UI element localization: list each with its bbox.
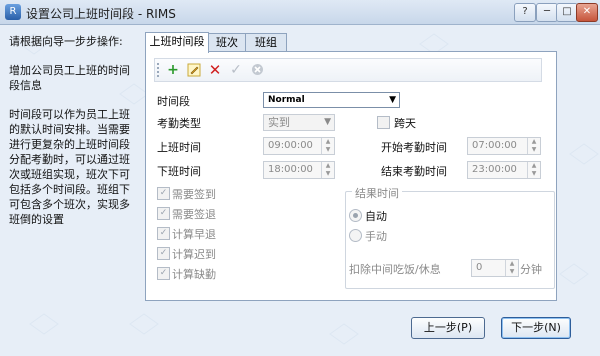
- end-check-input: 23:00:00 ▲ ▼: [467, 161, 541, 179]
- start-check-label: 开始考勤时间: [381, 141, 447, 154]
- require-signin-checkbox: ✓: [157, 187, 170, 200]
- title-bar[interactable]: R 设置公司上班时间段 - RIMS ? ─ □ ✕: [0, 0, 600, 25]
- x-icon[interactable]: ✕: [206, 61, 224, 79]
- end-check-label: 结束考勤时间: [381, 165, 447, 178]
- check-icon: ✓: [230, 62, 242, 78]
- calc-late-checkbox: ✓: [157, 247, 170, 260]
- minimize-button[interactable]: ─: [536, 3, 558, 22]
- timeslot-panel: + ✕ ✓ 时间段 Normal ▼ 考勤类型 实到 ▼ 跨天 上班时间 09:…: [145, 51, 557, 301]
- guide-description: 时间段可以作为员工上班的默认时间安排。当需要进行更复杂的上班时间段分配考勤时，可…: [9, 108, 130, 226]
- cross-day-label: 跨天: [394, 117, 416, 130]
- calc-early-leave-label: 计算早退: [172, 228, 216, 241]
- circle-x-icon: [248, 61, 266, 79]
- tab-timeslot[interactable]: 上班时间段: [145, 32, 209, 53]
- start-time-input: 09:00:00 ▲ ▼: [263, 137, 335, 155]
- attendance-type-select: 实到 ▼: [263, 114, 335, 131]
- toolbar-grip: [157, 63, 162, 77]
- spinner-arrows-icon: ▲ ▼: [527, 138, 540, 154]
- app-icon: R: [5, 4, 21, 20]
- end-time-input: 18:00:00 ▲ ▼: [263, 161, 335, 179]
- spinner-arrows-icon: ▲ ▼: [527, 162, 540, 178]
- close-button[interactable]: ✕: [576, 3, 598, 22]
- start-check-value: 07:00:00: [472, 140, 517, 151]
- calc-absence-label: 计算缺勤: [172, 268, 216, 281]
- guide-panel: 请根据向导一步步操作: 增加公司员工上班的时间段信息 时间段可以作为员工上班的默…: [9, 34, 137, 241]
- deduct-label: 扣除中间吃饭/休息: [349, 263, 441, 276]
- timeslot-select[interactable]: Normal ▼: [263, 92, 400, 108]
- minutes-unit: 分钟: [520, 263, 542, 276]
- end-time-value: 18:00:00: [268, 164, 313, 175]
- toolbar: + ✕ ✓: [154, 58, 542, 82]
- deduct-minutes-input: 0 ▲ ▼: [471, 259, 519, 277]
- prev-button[interactable]: 上一步(P): [411, 317, 485, 339]
- calc-late-label: 计算迟到: [172, 248, 216, 261]
- auto-radio: [349, 209, 362, 222]
- plus-icon[interactable]: +: [164, 61, 182, 79]
- manual-radio: [349, 229, 362, 242]
- spinner-arrows-icon: ▲ ▼: [505, 260, 518, 276]
- tab-shift[interactable]: 班次: [207, 33, 247, 52]
- chevron-down-icon: ▼: [324, 117, 331, 127]
- deduct-minutes-value: 0: [476, 262, 483, 273]
- cross-day-checkbox: [377, 116, 390, 129]
- require-signout-label: 需要签退: [172, 208, 216, 221]
- start-time-label: 上班时间: [157, 141, 201, 154]
- spinner-arrows-icon: ▲ ▼: [321, 162, 334, 178]
- require-signout-checkbox: ✓: [157, 207, 170, 220]
- spinner-arrows-icon: ▲ ▼: [321, 138, 334, 154]
- attendance-type-label: 考勤类型: [157, 117, 201, 130]
- manual-label: 手动: [365, 230, 387, 243]
- end-check-value: 23:00:00: [472, 164, 517, 175]
- guide-heading: 请根据向导一步步操作:: [9, 35, 123, 48]
- start-check-input: 07:00:00 ▲ ▼: [467, 137, 541, 155]
- result-time-title: 结果时间: [352, 185, 402, 201]
- timeslot-value: Normal: [268, 95, 305, 105]
- window-title: 设置公司上班时间段 - RIMS: [26, 7, 176, 21]
- require-signin-label: 需要签到: [172, 188, 216, 201]
- calc-absence-checkbox: ✓: [157, 267, 170, 280]
- end-time-label: 下班时间: [157, 165, 201, 178]
- calc-early-leave-checkbox: ✓: [157, 227, 170, 240]
- timeslot-label: 时间段: [157, 95, 190, 108]
- next-button[interactable]: 下一步(N): [501, 317, 571, 339]
- help-button[interactable]: ?: [514, 3, 536, 22]
- attendance-type-value: 实到: [268, 116, 290, 129]
- guide-step-text: 增加公司员工上班的时间段信息: [9, 64, 130, 92]
- maximize-button[interactable]: □: [556, 3, 578, 22]
- tab-shift-group[interactable]: 班组: [245, 33, 287, 52]
- start-time-value: 09:00:00: [268, 140, 313, 151]
- dialog-window: R 设置公司上班时间段 - RIMS ? ─ □ ✕ 请根据向导一步步操作: 增…: [0, 0, 600, 356]
- auto-label: 自动: [365, 210, 387, 223]
- pencil-icon[interactable]: [185, 61, 203, 79]
- chevron-down-icon: ▼: [389, 95, 396, 105]
